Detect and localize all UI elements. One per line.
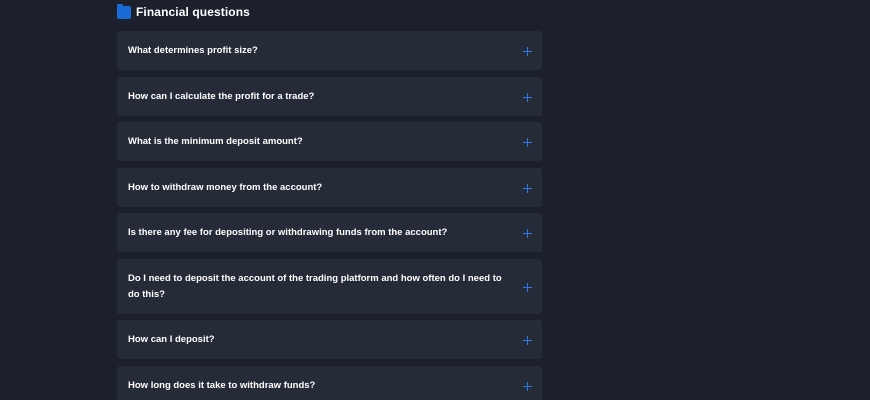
plus-icon[interactable] bbox=[523, 282, 532, 292]
faq-page: Financial questions What determines prof… bbox=[0, 0, 870, 400]
folder-icon bbox=[117, 3, 131, 19]
faq-item-withdrawal-time[interactable]: How long does it take to withdraw funds? bbox=[117, 366, 542, 400]
plus-icon[interactable] bbox=[523, 46, 532, 56]
faq-item-how-to-deposit[interactable]: How can I deposit? bbox=[117, 320, 542, 359]
faq-item-fees[interactable]: Is there any fee for depositing or withd… bbox=[117, 213, 542, 252]
faq-question: Do I need to deposit the account of the … bbox=[128, 272, 502, 300]
plus-icon[interactable] bbox=[523, 92, 532, 102]
faq-question: What is the minimum deposit amount? bbox=[128, 135, 303, 147]
faq-item-withdraw-money[interactable]: How to withdraw money from the account? bbox=[117, 168, 542, 207]
faq-question: How to withdraw money from the account? bbox=[128, 181, 323, 193]
faq-item-deposit-frequency[interactable]: Do I need to deposit the account of the … bbox=[117, 259, 542, 314]
faq-question: How can I deposit? bbox=[128, 333, 215, 345]
plus-icon[interactable] bbox=[523, 137, 532, 147]
plus-icon[interactable] bbox=[523, 183, 532, 193]
plus-icon[interactable] bbox=[523, 381, 532, 391]
faq-item-minimum-deposit[interactable]: What is the minimum deposit amount? bbox=[117, 122, 542, 161]
faq-question: Is there any fee for depositing or withd… bbox=[128, 226, 448, 238]
section-header: Financial questions bbox=[117, 3, 250, 20]
plus-icon[interactable] bbox=[523, 228, 532, 238]
faq-question: How can I calculate the profit for a tra… bbox=[128, 90, 315, 102]
plus-icon[interactable] bbox=[523, 335, 532, 345]
section-title: Financial questions bbox=[136, 5, 250, 19]
faq-question: How long does it take to withdraw funds? bbox=[128, 379, 316, 391]
faq-item-calculate-profit[interactable]: How can I calculate the profit for a tra… bbox=[117, 77, 542, 116]
faq-item-profit-size[interactable]: What determines profit size? bbox=[117, 31, 542, 70]
faq-question: What determines profit size? bbox=[128, 44, 258, 56]
